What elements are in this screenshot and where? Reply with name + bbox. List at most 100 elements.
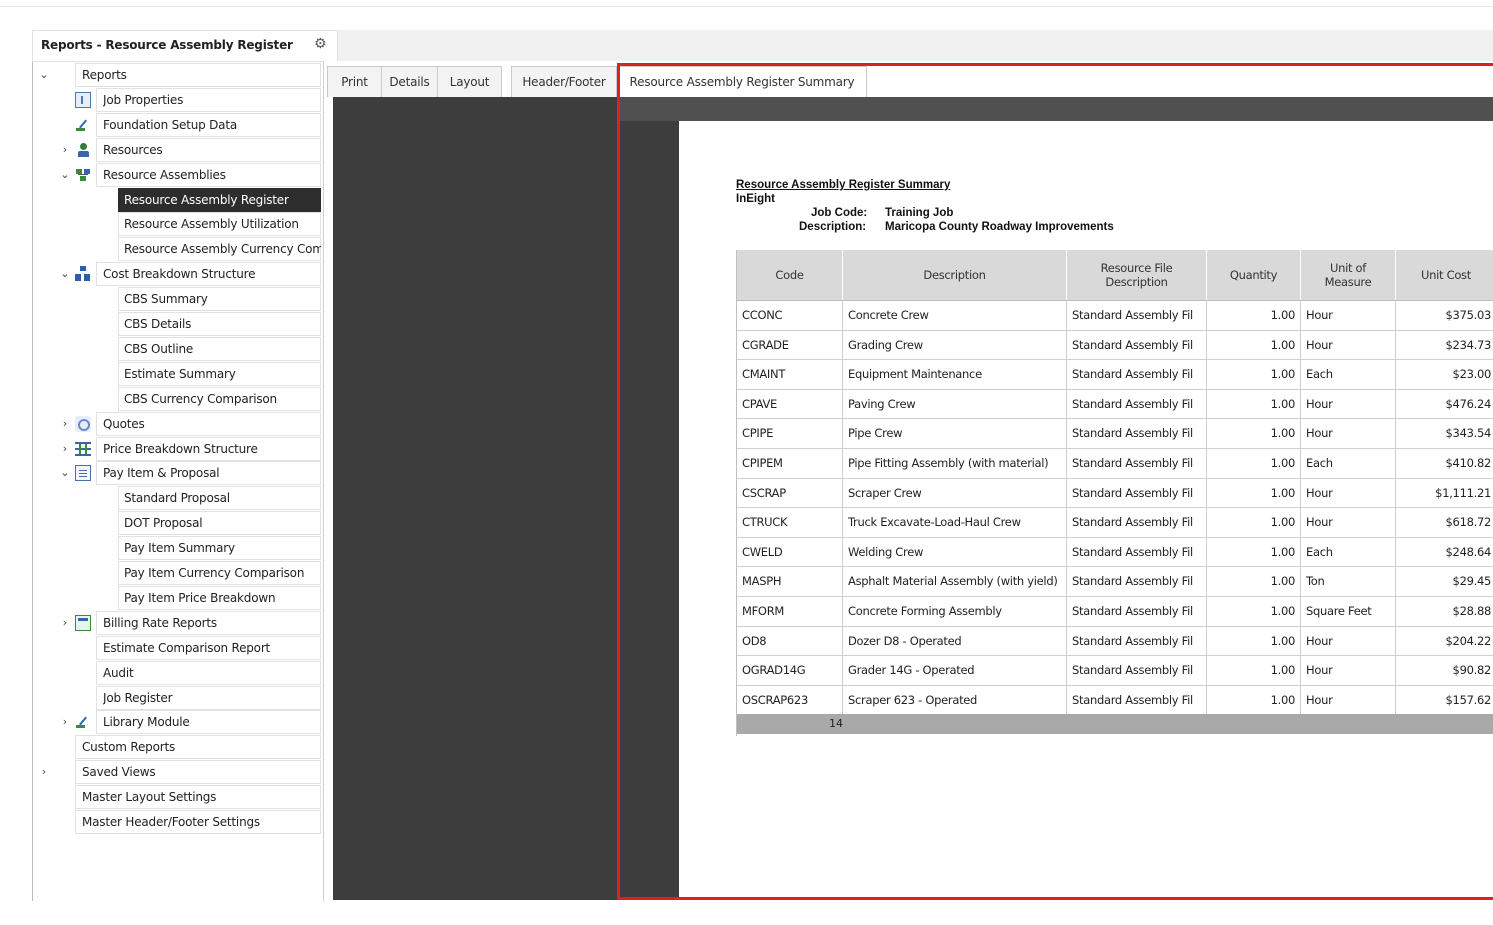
- tree-item-resources[interactable]: › Resources: [33, 137, 323, 162]
- cell-resource-file-description: Standard Assembly Fil: [1067, 626, 1207, 656]
- chevron-down-icon[interactable]: ⌄: [38, 63, 50, 87]
- report-tree[interactable]: ⌄ Reports Job Properties Foundation Setup D…: [32, 61, 324, 901]
- cell-unit-of-measure: Hour: [1301, 626, 1396, 656]
- table-row: OSCRAP623 Scraper 623 - Operated Standard …: [737, 685, 1493, 716]
- tree-item-dot-proposal[interactable]: DOT Proposal: [33, 511, 323, 536]
- tree-item-quotes[interactable]: › Quotes: [33, 411, 323, 436]
- description-value: Maricopa County Roadway Improvements: [885, 221, 1114, 233]
- tree-item-estimate-comparison-report[interactable]: Estimate Comparison Report: [33, 635, 323, 660]
- tree-item-label: Resource Assembly Register: [124, 192, 289, 207]
- cell-quantity: 1.00: [1207, 537, 1301, 567]
- tree-item-cbs-currency-comparison[interactable]: CBS Currency Comparison: [33, 386, 323, 411]
- chevron-down-icon[interactable]: ⌄: [59, 461, 71, 485]
- cell-unit-cost: $90.82: [1396, 656, 1493, 685]
- pbs-icon: [75, 441, 91, 457]
- tree-item-audit[interactable]: Audit: [33, 660, 323, 685]
- tree-item-resource-assembly-utilization[interactable]: Resource Assembly Utilization: [33, 212, 323, 237]
- tree-item-reports[interactable]: ⌄ Reports: [33, 63, 323, 87]
- tree-item-custom-reports[interactable]: Custom Reports: [33, 735, 323, 760]
- column-header-code[interactable]: Code: [737, 250, 843, 300]
- column-header-unit-cost[interactable]: Unit Cost: [1396, 250, 1493, 300]
- tree-item-standard-proposal[interactable]: Standard Proposal: [33, 486, 323, 511]
- column-header-quantity[interactable]: Quantity: [1207, 250, 1301, 300]
- tree-item-estimate-summary[interactable]: Estimate Summary: [33, 361, 323, 386]
- chevron-right-icon[interactable]: ›: [38, 760, 50, 784]
- tree-item-resource-assembly-register[interactable]: Resource Assembly Register: [33, 187, 323, 212]
- cell-resource-file-description: Standard Assembly Fil: [1067, 389, 1207, 419]
- gear-icon[interactable]: ⚙: [314, 36, 327, 52]
- tab-details[interactable]: Details: [381, 66, 438, 97]
- tab-print[interactable]: Print: [327, 66, 382, 97]
- column-header-unit-of-measure[interactable]: Unit of Measure: [1301, 250, 1396, 300]
- cell-description: Dozer D8 - Operated: [843, 626, 1067, 656]
- tree-item-label: Resource Assembly Currency Comparison: [124, 242, 321, 257]
- cell-resource-file-description: Standard Assembly Fil: [1067, 419, 1207, 448]
- tab-resource-assembly-register-summary[interactable]: Resource Assembly Register Summary: [617, 66, 867, 98]
- cell-code: CTRUCK: [737, 508, 843, 537]
- column-header-resource-file-description[interactable]: Resource File Description: [1067, 250, 1207, 300]
- tree-item-master-layout-settings[interactable]: Master Layout Settings: [33, 785, 323, 810]
- tree-item-label: Master Layout Settings: [82, 790, 217, 805]
- tab-layout[interactable]: Layout: [437, 66, 502, 97]
- table-row: OGRAD14G Grader 14G - Operated Standard As…: [737, 656, 1493, 686]
- tree-item-label: Custom Reports: [82, 740, 176, 755]
- tree-item-resource-assembly-currency-comparison[interactable]: Resource Assembly Currency Comparison: [33, 237, 323, 262]
- tree-item-cbs-details[interactable]: CBS Details: [33, 312, 323, 336]
- cell-description: Grader 14G - Operated: [843, 656, 1067, 685]
- chevron-right-icon[interactable]: ›: [59, 437, 71, 461]
- cell-unit-of-measure: Hour: [1301, 478, 1396, 508]
- tab-header-footer[interactable]: Header/Footer: [511, 66, 617, 97]
- tree-item-job-properties[interactable]: Job Properties: [33, 87, 323, 112]
- tree-item-label: Audit: [103, 665, 134, 680]
- cell-quantity: 1.00: [1207, 419, 1301, 448]
- tree-item-label: CBS Currency Comparison: [124, 391, 277, 406]
- cell-quantity: 1.00: [1207, 360, 1301, 389]
- tree-item-pay-item-summary[interactable]: Pay Item Summary: [33, 536, 323, 561]
- chevron-down-icon[interactable]: ⌄: [59, 163, 71, 187]
- cell-unit-of-measure: Square Feet: [1301, 597, 1396, 626]
- tree-item-pay-item-currency-comparison[interactable]: Pay Item Currency Comparison: [33, 561, 323, 585]
- tree-item-resource-assemblies[interactable]: ⌄ Resource Assemblies: [33, 162, 323, 187]
- tree-item-pay-item-proposal[interactable]: ⌄ Pay Item & Proposal: [33, 461, 323, 486]
- cell-unit-cost: $248.64: [1396, 538, 1493, 567]
- panel-title: Reports - Resource Assembly Register: [41, 38, 293, 52]
- cell-unit-cost: $618.72: [1396, 508, 1493, 537]
- tree-item-cbs-outline[interactable]: CBS Outline: [33, 336, 323, 361]
- cell-quantity: 1.00: [1207, 597, 1301, 626]
- table-row: CCONC Concrete Crew Standard Assembly Fil 1…: [737, 301, 1493, 331]
- cell-unit-cost: $29.45: [1396, 567, 1493, 596]
- tree-item-label: Job Register: [103, 690, 173, 705]
- tree-item-saved-views[interactable]: › Saved Views: [33, 760, 323, 785]
- cell-unit-cost: $343.54: [1396, 419, 1493, 448]
- cell-description: Concrete Forming Assembly: [843, 597, 1067, 626]
- column-header-description[interactable]: Description: [843, 250, 1067, 300]
- row-count: 14: [829, 717, 843, 730]
- tree-item-cost-breakdown-structure[interactable]: ⌄ Cost Breakdown Structure: [33, 262, 323, 287]
- tree-item-library-module[interactable]: › Library Module: [33, 710, 323, 735]
- chevron-right-icon[interactable]: ›: [59, 611, 71, 635]
- cell-resource-file-description: Standard Assembly Fil: [1067, 567, 1207, 596]
- cell-resource-file-description: Standard Assembly Fil: [1067, 330, 1207, 360]
- chevron-right-icon[interactable]: ›: [59, 710, 71, 734]
- tree-item-cbs-summary[interactable]: CBS Summary: [33, 287, 323, 312]
- chevron-right-icon[interactable]: ›: [59, 138, 71, 162]
- cell-resource-file-description: Standard Assembly Fil: [1067, 685, 1207, 715]
- tree-item-pay-item-price-breakdown[interactable]: Pay Item Price Breakdown: [33, 585, 323, 610]
- tree-item-billing-rate-reports[interactable]: › Billing Rate Reports: [33, 610, 323, 635]
- tree-item-price-breakdown-structure[interactable]: › Price Breakdown Structure: [33, 436, 323, 461]
- cell-unit-of-measure: Each: [1301, 449, 1396, 478]
- cell-unit-of-measure: Hour: [1301, 419, 1396, 448]
- tree-item-label: Pay Item Currency Comparison: [124, 566, 305, 580]
- billing-icon: [75, 614, 91, 631]
- cell-code: MFORM: [737, 597, 843, 626]
- cell-unit-of-measure: Hour: [1301, 389, 1396, 419]
- tree-item-label: CBS Outline: [124, 341, 194, 356]
- cell-quantity: 1.00: [1207, 389, 1301, 419]
- tree-item-label: Library Module: [103, 715, 190, 730]
- job-code-value: Training Job: [885, 207, 954, 219]
- tree-item-foundation-setup-data[interactable]: Foundation Setup Data: [33, 112, 323, 137]
- tree-item-master-header-footer-settings[interactable]: Master Header/Footer Settings: [33, 810, 323, 834]
- tree-item-job-register[interactable]: Job Register: [33, 685, 323, 710]
- chevron-down-icon[interactable]: ⌄: [59, 262, 71, 286]
- chevron-right-icon[interactable]: ›: [59, 412, 71, 436]
